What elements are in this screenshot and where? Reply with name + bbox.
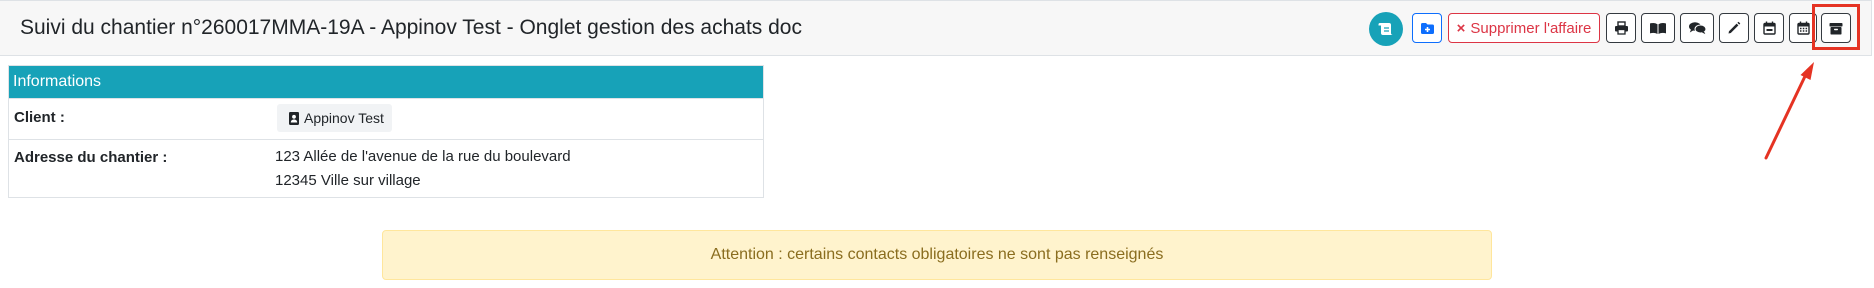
toolbar: × Supprimer l'affaire: [0, 12, 1872, 46]
scroll-button[interactable]: [1369, 12, 1403, 46]
delete-affair-label: Supprimer l'affaire: [1470, 19, 1592, 37]
comments-icon: [1688, 22, 1706, 35]
client-badge[interactable]: Appinov Test: [277, 104, 392, 132]
client-row: Client : Appinov Test: [9, 98, 763, 139]
warning-alert: Attention : certains contacts obligatoir…: [382, 230, 1492, 280]
contact-card-icon: [289, 111, 299, 125]
close-icon: ×: [1456, 19, 1466, 37]
client-name: Appinov Test: [304, 110, 384, 126]
delete-affair-button[interactable]: × Supprimer l'affaire: [1448, 13, 1600, 43]
book-open-icon: [1650, 22, 1666, 34]
warning-alert-text: Attention : certains contacts obligatoir…: [710, 246, 1164, 263]
annotation-arrow-icon: [1764, 62, 1814, 160]
address-label: Adresse du chantier :: [14, 149, 168, 166]
page: Suivi du chantier n°260017MMA-19A - Appi…: [0, 0, 1874, 288]
add-folder-button[interactable]: [1412, 13, 1442, 43]
informations-card: Informations Client : Appinov Test Adres…: [8, 65, 764, 198]
comments-button[interactable]: [1680, 13, 1714, 43]
page-header: Suivi du chantier n°260017MMA-19A - Appi…: [0, 0, 1872, 56]
address-line-2: 12345 Ville sur village: [275, 172, 421, 189]
address-line-1: 123 Allée de l'avenue de la rue du boule…: [275, 148, 571, 165]
scroll-icon: [1378, 23, 1393, 35]
folder-plus-icon: [1420, 22, 1434, 34]
address-row: Adresse du chantier : 123 Allée de l'ave…: [9, 139, 763, 197]
print-button[interactable]: [1606, 13, 1636, 43]
calendar-button[interactable]: [1754, 13, 1784, 43]
printer-icon: [1614, 21, 1628, 35]
book-button[interactable]: [1641, 13, 1675, 43]
calendar-icon: [1762, 21, 1776, 35]
pencil-icon: [1728, 21, 1741, 34]
informations-heading: Informations: [9, 66, 763, 98]
calendar-days-icon: [1796, 21, 1810, 35]
annotation-highlight-box: [1812, 4, 1860, 50]
client-label: Client :: [14, 109, 65, 126]
edit-button[interactable]: [1719, 13, 1749, 43]
